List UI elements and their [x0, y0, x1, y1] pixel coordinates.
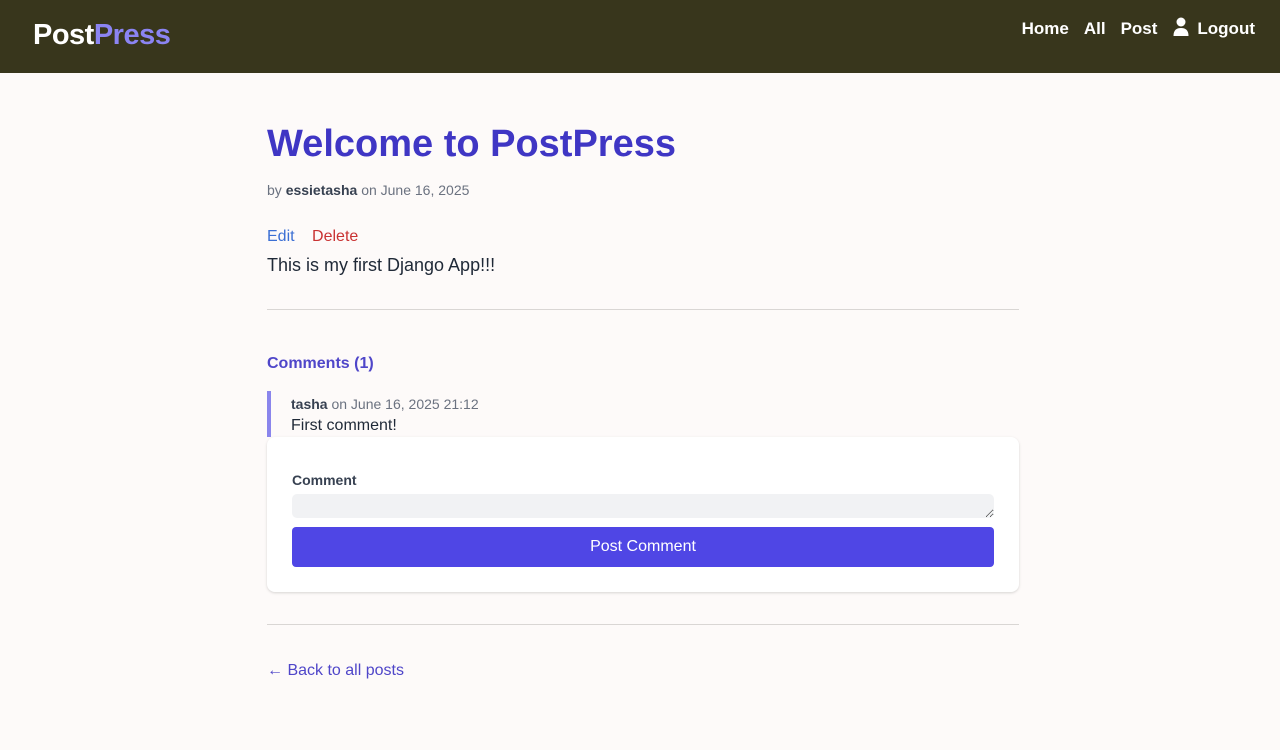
post-body: This is my first Django App!!!: [267, 255, 496, 275]
back-to-posts-link[interactable]: ← Back to all posts: [267, 660, 404, 682]
nav-logout-link[interactable]: Logout: [1197, 17, 1255, 41]
user-icon[interactable]: [1173, 17, 1189, 37]
nav-post-link[interactable]: Post: [1121, 17, 1158, 41]
edit-post-link[interactable]: Edit: [267, 228, 295, 245]
brand-text-press: Press: [93, 19, 171, 51]
post-author: essietasha: [285, 182, 358, 198]
post-meta: by essietasha on June 16, 2025: [267, 180, 469, 200]
comment-form: Comment Post Comment: [267, 437, 1019, 592]
post-by-label: by: [267, 182, 282, 198]
brand-text-post: Post: [33, 19, 94, 51]
brand-logo-link[interactable]: PostPress: [33, 16, 171, 54]
comment-item: tasha on June 16, 2025 21:12 First comme…: [267, 391, 1007, 437]
comment-textarea[interactable]: [292, 494, 994, 518]
comment-meta: tasha on June 16, 2025 21:12: [291, 394, 479, 414]
nav-home-link[interactable]: Home: [1022, 17, 1069, 41]
delete-post-link[interactable]: Delete: [312, 228, 358, 245]
comment-field-label: Comment: [292, 472, 357, 488]
post-actions: Edit Delete: [267, 226, 358, 248]
nav-all-link[interactable]: All: [1084, 17, 1106, 41]
divider: [267, 309, 1019, 310]
comment-date: on June 16, 2025 21:12: [331, 396, 479, 412]
comments-heading: Comments (1): [267, 355, 374, 372]
navbar: PostPress Home All Post Logout: [0, 0, 1280, 73]
divider: [267, 624, 1019, 625]
post-comment-button[interactable]: Post Comment: [292, 527, 994, 567]
comment-author: tasha: [291, 396, 328, 412]
post-title: Welcome to PostPress: [267, 123, 677, 165]
post-date: on June 16, 2025: [361, 182, 470, 198]
nav-links: Home All Post Logout: [1022, 17, 1255, 41]
comment-text: First comment!: [291, 417, 397, 434]
